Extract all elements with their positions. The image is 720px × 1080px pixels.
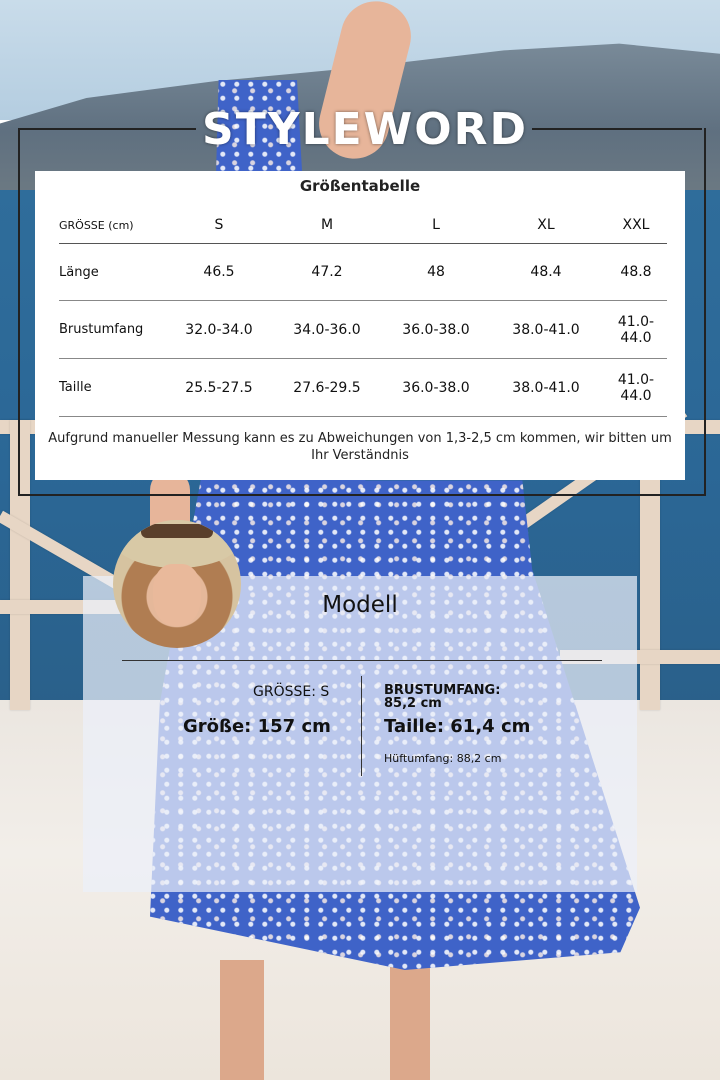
table-cell: 48 [385, 243, 487, 301]
size-chart-card: Größentabelle GRÖSSE (cm) S M L XL XXL L… [35, 171, 685, 480]
model-divider-horizontal [122, 660, 602, 661]
model-waist: Taille: 61,4 cm [384, 716, 531, 737]
header-label: GRÖSSE (cm) [59, 207, 169, 244]
model-height: Größe: 157 cm [183, 716, 331, 737]
row-label: Länge [59, 243, 169, 301]
table-cell: 34.0-36.0 [269, 300, 385, 359]
size-chart-title: Größentabelle [299, 177, 421, 195]
table-cell: 36.0-38.0 [385, 300, 487, 359]
size-header: XXL [605, 207, 667, 244]
table-row: Brustumfang 32.0-34.0 34.0-36.0 36.0-38.… [59, 300, 667, 359]
size-header: XL [487, 207, 605, 244]
size-header: M [269, 207, 385, 244]
table-cell: 41.0-44.0 [605, 300, 667, 359]
table-cell: 36.0-38.0 [385, 358, 487, 417]
table-row: Länge 46.5 47.2 48 48.4 48.8 [59, 243, 667, 301]
row-label: Taille [59, 358, 169, 417]
leg-left [220, 960, 264, 1080]
frame-top-left [18, 128, 196, 130]
model-title: Modell [322, 592, 398, 618]
frame-top-right [532, 128, 702, 130]
table-cell: 47.2 [269, 243, 385, 301]
model-size: GRÖSSE: S [253, 684, 330, 700]
row-label: Brustumfang [59, 300, 169, 359]
model-bust: BRUSTUMFANG: 85,2 cm [384, 683, 501, 711]
table-cell: 41.0-44.0 [605, 358, 667, 417]
background-photo [0, 0, 720, 1080]
table-cell: 32.0-34.0 [169, 300, 269, 359]
model-divider-vertical [361, 676, 362, 776]
table-cell: 38.0-41.0 [487, 300, 605, 359]
table-cell: 46.5 [169, 243, 269, 301]
size-header: S [169, 207, 269, 244]
table-row: Taille 25.5-27.5 27.6-29.5 36.0-38.0 38.… [59, 358, 667, 417]
size-header: L [385, 207, 487, 244]
table-cell: 48.4 [487, 243, 605, 301]
table-cell: 38.0-41.0 [487, 358, 605, 417]
leg-right [390, 960, 430, 1080]
size-table: GRÖSSE (cm) S M L XL XXL Länge 46.5 47.2… [59, 207, 667, 417]
brand-logo: STYLEWORD [202, 104, 528, 155]
model-avatar [113, 520, 241, 648]
measurement-note: Aufgrund manueller Messung kann es zu Ab… [48, 431, 672, 463]
model-hip: Hüftumfang: 88,2 cm [384, 752, 502, 765]
table-cell: 25.5-27.5 [169, 358, 269, 417]
table-cell: 27.6-29.5 [269, 358, 385, 417]
size-table-header: GRÖSSE (cm) S M L XL XXL [59, 207, 667, 244]
hat-band [141, 524, 213, 538]
table-cell: 48.8 [605, 243, 667, 301]
